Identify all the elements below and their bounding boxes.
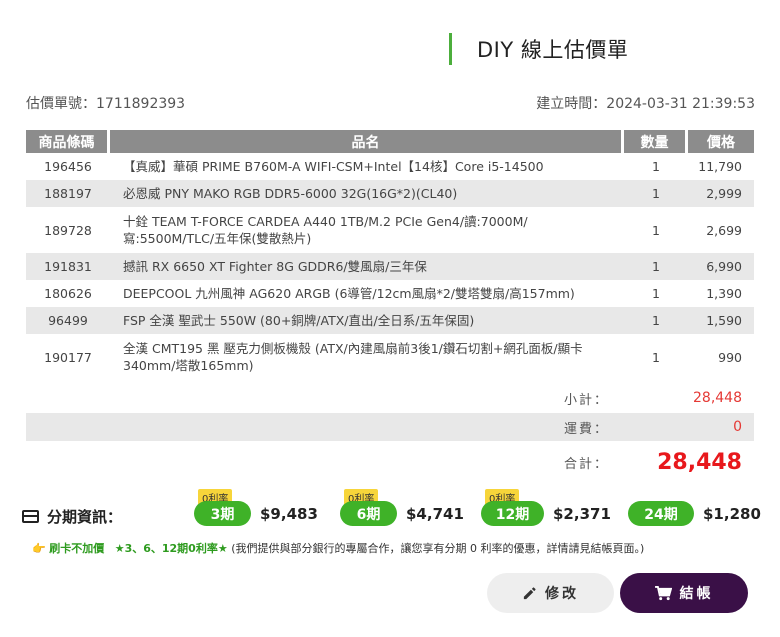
installment-info: 分期資訊： 0利率 3期 $9,483 0利率 6期 $4,741 0利率 12… xyxy=(22,488,762,538)
term-pill: 6期 xyxy=(340,501,397,526)
table-header-row: 商品條碼 品名 數量 價格 xyxy=(26,130,754,153)
cell-code: 191831 xyxy=(26,253,110,280)
note-detail: (我們提供與部分銀行的專屬合作，讓您享有分期 0 利率的優惠，詳情請見結帳頁面。… xyxy=(231,542,645,555)
created-time: 建立時間：2024-03-31 21:39:53 xyxy=(536,96,755,112)
plan-amount: $1,280 xyxy=(703,505,761,523)
installment-plan-12: 0利率 12期 $2,371 xyxy=(481,488,631,538)
table-row: 96499 FSP 全漢 聖武士 550W (80+銅牌/ATX/直出/全日系/… xyxy=(26,307,754,334)
pointing-hand-icon: 👉 xyxy=(32,542,46,555)
table-row: 196456 【真威】華碩 PRIME B760M-A WIFI-CSM+Int… xyxy=(26,153,754,180)
installment-heading: 分期資訊： xyxy=(22,506,122,527)
checkout-button[interactable]: 結帳 xyxy=(620,573,748,613)
cell-price: 1,590 xyxy=(688,307,754,334)
subtotal-row: 小計： 28,448 xyxy=(26,384,754,412)
installment-label: 分期資訊： xyxy=(47,508,123,526)
installment-plan-6: 0利率 6期 $4,741 xyxy=(340,488,480,538)
edit-button[interactable]: 修改 xyxy=(487,573,614,613)
cell-code: 189728 xyxy=(26,207,110,253)
subtotal-label: 小計： xyxy=(564,392,610,408)
cell-price: 990 xyxy=(688,334,754,380)
cell-qty: 1 xyxy=(624,280,688,307)
cell-code: 188197 xyxy=(26,180,110,207)
quote-number: 估價單號：1711892393 xyxy=(26,96,186,112)
total-label: 合計： xyxy=(564,456,610,472)
shipping-row: 運費： 0 xyxy=(26,413,754,441)
cell-name: 【真威】華碩 PRIME B760M-A WIFI-CSM+Intel【14核】… xyxy=(110,153,624,180)
table-row: 191831 撼訊 RX 6650 XT Fighter 8G GDDR6/雙風… xyxy=(26,253,754,280)
note-no-surcharge: 刷卡不加價 xyxy=(49,542,105,555)
cell-qty: 1 xyxy=(624,180,688,207)
shipping-value: 0 xyxy=(733,419,742,435)
installment-plan-24: 24期 $1,280 xyxy=(628,488,762,538)
table-row: 190177 全漢 CMT195 黑 壓克力側板機殼 (ATX/內建風扇前3後1… xyxy=(26,334,754,380)
cell-price: 2,699 xyxy=(688,207,754,253)
table-row: 180626 DEEPCOOL 九州風神 AG620 ARGB (6導管/12c… xyxy=(26,280,754,307)
cell-name: FSP 全漢 聖武士 550W (80+銅牌/ATX/直出/全日系/五年保固) xyxy=(110,307,624,334)
cell-code: 196456 xyxy=(26,153,110,180)
cell-qty: 1 xyxy=(624,253,688,280)
cell-code: 190177 xyxy=(26,334,110,380)
term-pill: 24期 xyxy=(628,501,694,526)
shipping-label: 運費： xyxy=(564,421,610,437)
page-title: DIY 線上估價單 xyxy=(477,38,629,62)
col-header-price: 價格 xyxy=(688,130,754,153)
shopping-cart-icon xyxy=(654,585,672,600)
note-zero-rate: ★3、6、12期0利率★ xyxy=(114,542,228,555)
cell-price: 2,999 xyxy=(688,180,754,207)
cell-price: 11,790 xyxy=(688,153,754,180)
plan-amount: $4,741 xyxy=(406,505,464,523)
total-value: 28,448 xyxy=(657,449,742,475)
cell-name: 全漢 CMT195 黑 壓克力側板機殼 (ATX/內建風扇前3後1/鑽石切割+網… xyxy=(110,334,624,380)
cell-qty: 1 xyxy=(624,153,688,180)
credit-card-icon xyxy=(22,510,39,523)
cell-qty: 1 xyxy=(624,334,688,380)
subtotal-value: 28,448 xyxy=(693,390,742,406)
checkout-button-label: 結帳 xyxy=(679,586,714,602)
installment-plan-3: 0利率 3期 $9,483 xyxy=(194,488,334,538)
cell-name: 撼訊 RX 6650 XT Fighter 8G GDDR6/雙風扇/三年保 xyxy=(110,253,624,280)
col-header-name: 品名 xyxy=(110,130,624,153)
installment-note: 👉 刷卡不加價 ★3、6、12期0利率★ (我們提供與部分銀行的專屬合作，讓您享… xyxy=(32,540,644,556)
table-row: 188197 必恩威 PNY MAKO RGB DDR5-6000 32G(16… xyxy=(26,180,754,207)
col-header-code: 商品條碼 xyxy=(26,130,110,153)
pencil-icon xyxy=(523,586,536,599)
cell-price: 1,390 xyxy=(688,280,754,307)
cell-code: 96499 xyxy=(26,307,110,334)
items-table: 商品條碼 品名 數量 價格 196456 【真威】華碩 PRIME B760M-… xyxy=(26,130,754,380)
col-header-qty: 數量 xyxy=(624,130,688,153)
cell-name: DEEPCOOL 九州風神 AG620 ARGB (6導管/12cm風扇*2/雙… xyxy=(110,280,624,307)
term-pill: 12期 xyxy=(481,501,544,526)
title-accent-bar xyxy=(449,33,452,65)
page-title-wrap: DIY 線上估價單 xyxy=(449,33,628,65)
cell-qty: 1 xyxy=(624,207,688,253)
cell-name: 十銓 TEAM T-FORCE CARDEA A440 1TB/M.2 PCIe… xyxy=(110,207,624,253)
cell-name: 必恩威 PNY MAKO RGB DDR5-6000 32G(16G*2)(CL… xyxy=(110,180,624,207)
plan-amount: $2,371 xyxy=(553,505,611,523)
cell-qty: 1 xyxy=(624,307,688,334)
cell-code: 180626 xyxy=(26,280,110,307)
total-row: 合計： 28,448 xyxy=(26,444,754,480)
table-row: 189728 十銓 TEAM T-FORCE CARDEA A440 1TB/M… xyxy=(26,207,754,253)
edit-button-label: 修改 xyxy=(545,586,579,602)
term-pill: 3期 xyxy=(194,501,251,526)
cell-price: 6,990 xyxy=(688,253,754,280)
plan-amount: $9,483 xyxy=(260,505,318,523)
